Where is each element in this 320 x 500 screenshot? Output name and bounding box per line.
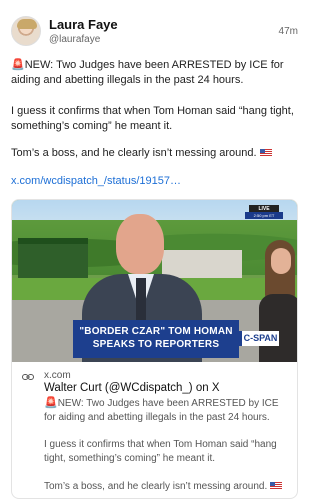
preview-text-line-1: 🚨NEW: Two Judges have been ARRESTED by I… — [44, 396, 290, 425]
author-avatar[interactable] — [11, 16, 41, 46]
preview-text-line-3: Tom’s a boss, and he clearly isn’t messi… — [44, 480, 290, 494]
siren-icon: 🚨 — [11, 59, 25, 71]
post-text-line-3: Tom’s a boss, and he clearly isn’t messi… — [11, 146, 301, 161]
news-chyron: "BORDER CZAR" TOM HOMAN SPEAKS TO REPORT… — [73, 320, 239, 358]
preview-us-flag-icon — [270, 482, 283, 490]
reporter-body — [259, 294, 297, 362]
preview-text-line-2: I guess it confirms that when Tom Homan … — [44, 439, 277, 464]
post-timestamp[interactable]: 47m — [279, 26, 298, 37]
link-icon — [22, 374, 34, 380]
preview-image[interactable]: LIVE 2:50 pm ET "BORDER CZAR" TOM HOMAN … — [12, 200, 297, 362]
preview-siren-icon: 🚨 — [44, 397, 58, 409]
post-text-line-3-body: Tom’s a boss, and he clearly isn’t messi… — [11, 147, 257, 159]
chyron-line-2: SPEAKS TO REPORTERS — [92, 339, 220, 350]
post-text-line-1-body: NEW: Two Judges have been ARRESTED by IC… — [11, 59, 284, 86]
tent — [18, 238, 88, 278]
preview-title[interactable]: Walter Curt (@WCdispatch_) on X — [44, 382, 220, 394]
us-flag-icon — [259, 149, 272, 157]
post-text-line-1: 🚨NEW: Two Judges have been ARRESTED by I… — [11, 58, 301, 88]
preview-body: x.com Walter Curt (@WCdispatch_) on X 🚨N… — [12, 362, 297, 498]
author-handle[interactable]: @laurafaye — [49, 34, 100, 45]
live-time: 2:50 pm ET — [245, 212, 283, 219]
chyron-line-1: "BORDER CZAR" TOM HOMAN — [79, 326, 233, 337]
preview-text-line-1-body: NEW: Two Judges have been ARRESTED by IC… — [44, 398, 279, 423]
reporter-face — [271, 248, 291, 274]
post: Laura Faye @laurafaye 47m 🚨NEW: Two Judg… — [0, 0, 309, 500]
link-preview-card[interactable]: LIVE 2:50 pm ET "BORDER CZAR" TOM HOMAN … — [11, 199, 298, 499]
post-text-line-2: I guess it confirms that when Tom Homan … — [11, 105, 294, 132]
preview-domain: x.com — [44, 370, 71, 381]
preview-text-line-3-body: Tom’s a boss, and he clearly isn’t messi… — [44, 481, 268, 492]
network-logo: C-SPAN — [239, 331, 279, 346]
speaker-tie — [136, 278, 146, 326]
post-link[interactable]: x.com/wcdispatch_/status/19157… — [11, 175, 181, 187]
author-display-name[interactable]: Laura Faye — [49, 17, 118, 32]
speaker-head — [116, 214, 164, 274]
